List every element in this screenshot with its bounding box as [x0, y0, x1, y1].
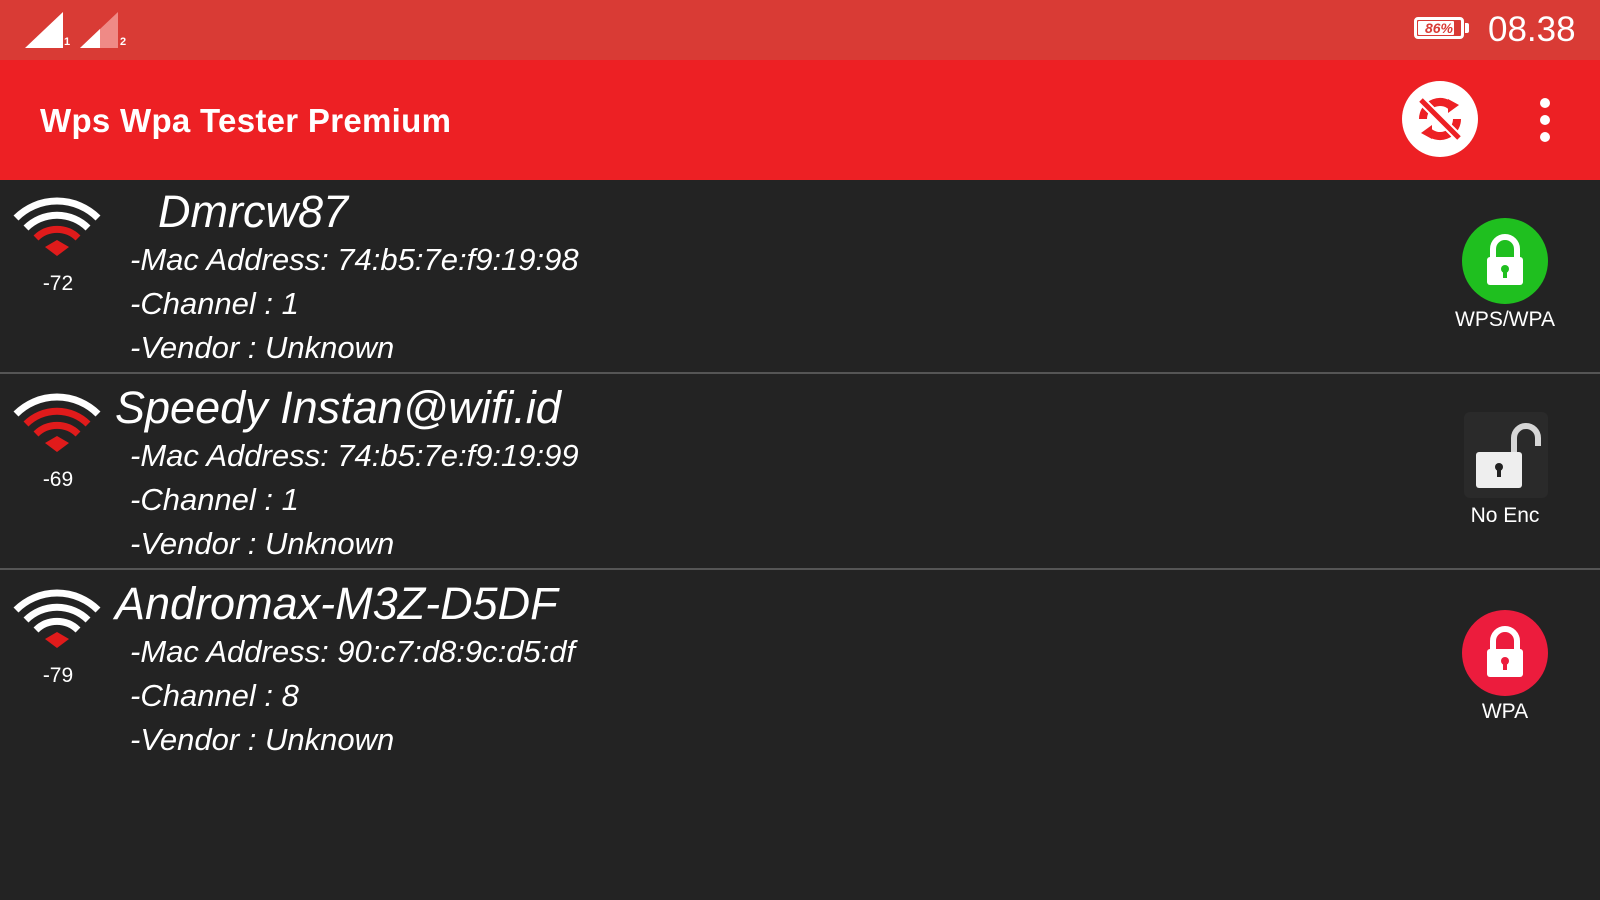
sim2-label: 2	[120, 36, 127, 48]
wifi-signal-icon	[13, 589, 101, 648]
menu-dot-icon	[1540, 98, 1550, 108]
menu-dot-icon	[1540, 132, 1550, 142]
vendor: -Vendor : Unknown	[130, 330, 395, 365]
row-divider	[0, 372, 1600, 374]
battery-icon: 86%	[1414, 17, 1464, 39]
wifi-signal-icon	[13, 393, 101, 452]
overflow-menu-button[interactable]	[1530, 96, 1560, 144]
row-divider	[0, 568, 1600, 570]
network-row[interactable]: -69 Speedy Instan@wifi.id -Mac Address: …	[0, 376, 1600, 570]
app-title: Wps Wpa Tester Premium	[40, 102, 452, 139]
lock-green-icon	[1462, 218, 1548, 304]
network-row[interactable]: -72 Dmrcw87 -Mac Address: 74:b5:7e:f9:19…	[0, 180, 1600, 374]
wifi-signal-icon	[13, 197, 101, 256]
battery-percent: 86%	[1424, 20, 1454, 36]
network-ssid: Andromax-M3Z-D5DF	[115, 578, 558, 629]
app-bar: Wps Wpa Tester Premium	[0, 60, 1600, 180]
channel: -Channel : 1	[130, 286, 299, 321]
mac-address: -Mac Address: 90:c7:d8:9c:d5:df	[130, 634, 576, 669]
status-bar: 1 2 86% 08.38	[0, 0, 1600, 60]
vendor: -Vendor : Unknown	[130, 722, 395, 757]
lock-red-icon	[1462, 610, 1548, 696]
signal-strength: -72	[42, 272, 74, 295]
refresh-button[interactable]	[1401, 80, 1479, 158]
menu-dot-icon	[1540, 115, 1550, 125]
signal-strength: -79	[42, 664, 74, 687]
encryption-label: WPA	[1481, 700, 1529, 723]
refresh-off-icon	[1402, 81, 1478, 157]
network-row[interactable]: -79 Andromax-M3Z-D5DF -Mac Address: 90:c…	[0, 572, 1600, 766]
signal-strength: -69	[42, 468, 74, 491]
battery-tip	[1465, 23, 1469, 33]
mac-address: -Mac Address: 74:b5:7e:f9:19:98	[130, 242, 579, 277]
network-ssid: Speedy Instan@wifi.id	[115, 382, 561, 433]
unlock-icon	[1464, 412, 1548, 498]
encryption-label: WPS/WPA	[1455, 308, 1555, 331]
signal-sim1-icon	[25, 12, 63, 48]
network-ssid: Dmrcw87	[158, 186, 349, 237]
mac-address: -Mac Address: 74:b5:7e:f9:19:99	[130, 438, 579, 473]
channel: -Channel : 1	[130, 482, 299, 517]
clock: 08.38	[1488, 10, 1576, 49]
encryption-label: No Enc	[1470, 504, 1540, 527]
sim1-label: 1	[64, 36, 71, 48]
channel: -Channel : 8	[130, 678, 299, 713]
vendor: -Vendor : Unknown	[130, 526, 395, 561]
signal-sim2-icon	[80, 12, 118, 48]
